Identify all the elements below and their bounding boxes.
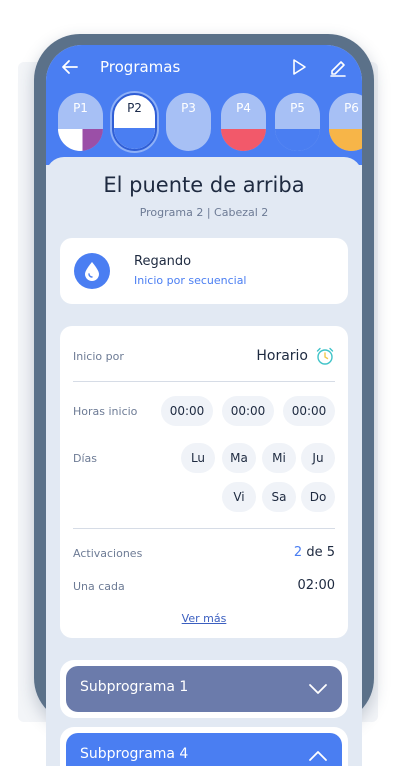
chevron-down-icon: [309, 684, 327, 694]
app-screen: Programas P1 P2 P3 P4 P5 P6 El puente de…: [46, 45, 362, 766]
start-time-1[interactable]: 00:00: [161, 396, 213, 426]
page-title: Programas: [100, 58, 181, 76]
start-time-3[interactable]: 00:00: [283, 396, 335, 426]
chevron-up-icon: [309, 751, 327, 761]
back-arrow-icon[interactable]: [60, 57, 80, 77]
subprogram-4-header[interactable]: Subprograma 4: [66, 733, 342, 766]
subprogram-4: Subprograma 4: [60, 727, 348, 766]
activaciones-total: de 5: [302, 545, 335, 560]
program-tab-p6[interactable]: P6: [329, 93, 362, 151]
day-pill-vi[interactable]: Vi: [222, 482, 256, 512]
schedule-card: Inicio por Horario Horas inicio 00:00 00…: [60, 326, 348, 638]
una-cada-label: Una cada: [73, 580, 125, 593]
dias-label: Días: [73, 452, 97, 465]
program-tab-label: P5: [290, 101, 305, 115]
activaciones-current: 2: [293, 545, 303, 560]
program-fill: [58, 129, 103, 151]
divider: [73, 528, 335, 529]
ver-mas-link[interactable]: Ver más: [60, 612, 348, 625]
program-tab-p4[interactable]: P4: [221, 93, 266, 151]
day-pill-lu[interactable]: Lu: [181, 443, 215, 473]
program-tab-label: P4: [236, 101, 251, 115]
program-fill: [114, 128, 155, 149]
subprogram-label: Subprograma 4: [80, 746, 189, 762]
day-pill-do[interactable]: Do: [301, 482, 335, 512]
status-subtitle: Inicio por secuencial: [134, 274, 247, 287]
status-card: Regando Inicio por secuencial: [60, 238, 348, 304]
subprogram-1: Subprograma 1: [60, 660, 348, 718]
program-tab-p5[interactable]: P5: [275, 93, 320, 151]
divider: [73, 381, 335, 382]
program-tab-label: P6: [344, 101, 359, 115]
activaciones-value[interactable]: 2 de 5: [294, 545, 335, 560]
subprogram-label: Subprograma 1: [80, 679, 189, 695]
status-title: Regando: [134, 254, 192, 269]
app-header: Programas P1 P2 P3 P4 P5 P6: [46, 45, 362, 165]
program-name: El puente de arriba: [103, 173, 305, 197]
day-pill-ma[interactable]: Ma: [222, 443, 256, 473]
water-drop-icon: [74, 253, 110, 289]
start-time-2[interactable]: 00:00: [222, 396, 274, 426]
horas-inicio-label: Horas inicio: [73, 405, 138, 418]
activaciones-label: Activaciones: [73, 547, 143, 560]
program-fill: [275, 129, 320, 151]
program-tab-p1[interactable]: P1: [58, 93, 103, 151]
program-tab-label: P3: [181, 101, 196, 115]
program-subtitle: Programa 2 | Cabezal 2: [139, 206, 269, 219]
una-cada-value[interactable]: 02:00: [298, 578, 335, 593]
inicio-label: Inicio por: [73, 350, 124, 363]
program-tab-label: P2: [127, 101, 142, 115]
edit-pencil-icon[interactable]: [328, 57, 348, 77]
program-tab-label: P1: [73, 101, 88, 115]
subprogram-1-header[interactable]: Subprograma 1: [66, 666, 342, 712]
inicio-value[interactable]: Horario: [256, 348, 308, 364]
alarm-clock-icon[interactable]: [315, 346, 335, 366]
program-fill: [221, 129, 266, 151]
day-pill-sa[interactable]: Sa: [262, 482, 296, 512]
program-tab-p3[interactable]: P3: [166, 93, 211, 151]
day-pill-mi[interactable]: Mi: [262, 443, 296, 473]
program-tab-p2[interactable]: P2: [112, 93, 157, 151]
day-pill-ju[interactable]: Ju: [301, 443, 335, 473]
play-icon[interactable]: [290, 58, 308, 76]
program-fill: [329, 129, 362, 151]
